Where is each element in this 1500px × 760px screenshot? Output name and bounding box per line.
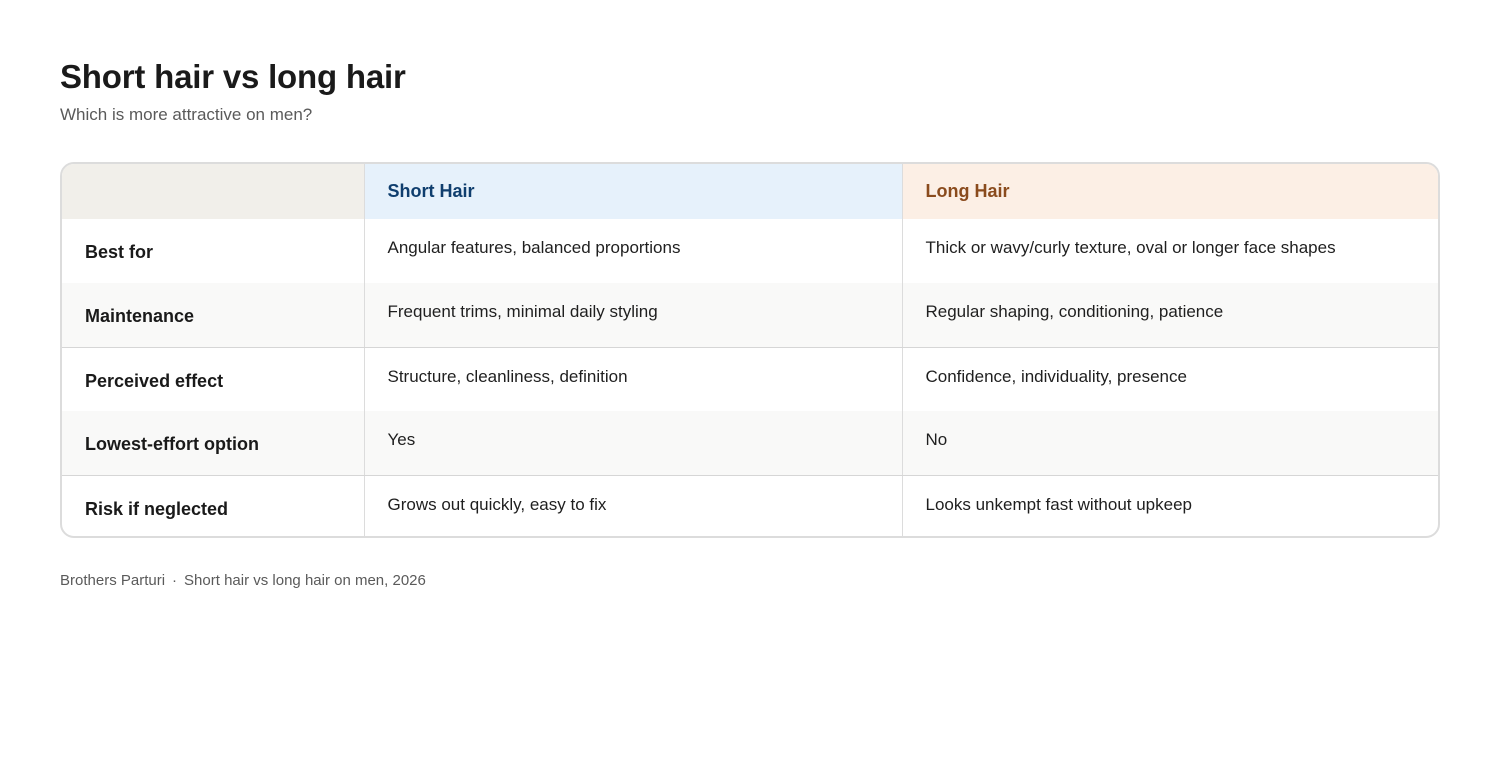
footer-caption: Brothers Parturi · Short hair vs long hair… [60,572,426,589]
footer-brand: Brothers Parturi [60,572,166,589]
table-row: Risk if neglected Grows out quickly, eas… [62,475,1438,536]
table-row: Best for Angular features, balanced prop… [62,219,1438,283]
short-hair-cell: Frequent trims, minimal daily styling [363,283,902,348]
row-label: Best for [85,242,154,262]
long-hair-cell: No [901,411,1438,476]
footer-source: Short hair vs long hair on men, 2026 [184,572,426,589]
row-label: Lowest-effort option [62,411,364,476]
table-row: Perceived effect Structure, cleanliness,… [62,347,1438,411]
short-hair-cell: Grows out quickly, easy to fix [363,475,902,536]
long-hair-cell: Thick or wavy/curly texture, oval or lon… [901,219,1438,283]
short-hair-cell: Angular features, balanced proportions [363,219,902,283]
long-hair-cell: Regular shaping, conditioning, patience [901,283,1438,348]
header-cell-short-hair: Short Hair [363,164,902,219]
page-title: Short hair vs long hair [60,58,406,95]
table-row: Lowest-effort option Yes No [62,411,1438,476]
short-hair-cell: Yes [363,411,902,476]
comparison-table-card: Short Hair Long Hair Best for Angular fe… [60,162,1440,538]
table-header-row: Short Hair Long Hair [62,164,1438,219]
table-row: Maintenance Frequent trims, minimal dail… [62,283,1438,348]
row-label: Perceived effect [85,370,224,391]
long-hair-cell: Confidence, individuality, presence [901,347,1438,411]
row-label: Risk if neglected [85,498,229,519]
long-hair-cell: Looks unkempt fast without upkeep [901,475,1438,536]
header-cell-empty [62,164,364,219]
page-subtitle: Which is more attractive on men? [60,105,313,124]
header-cell-long-hair: Long Hair [901,164,1438,219]
row-label: Maintenance [62,283,364,348]
footer-separator: · [172,572,178,589]
short-hair-cell: Structure, cleanliness, definition [363,347,902,411]
comparison-table: Short Hair Long Hair Best for Angular fe… [62,164,1438,536]
